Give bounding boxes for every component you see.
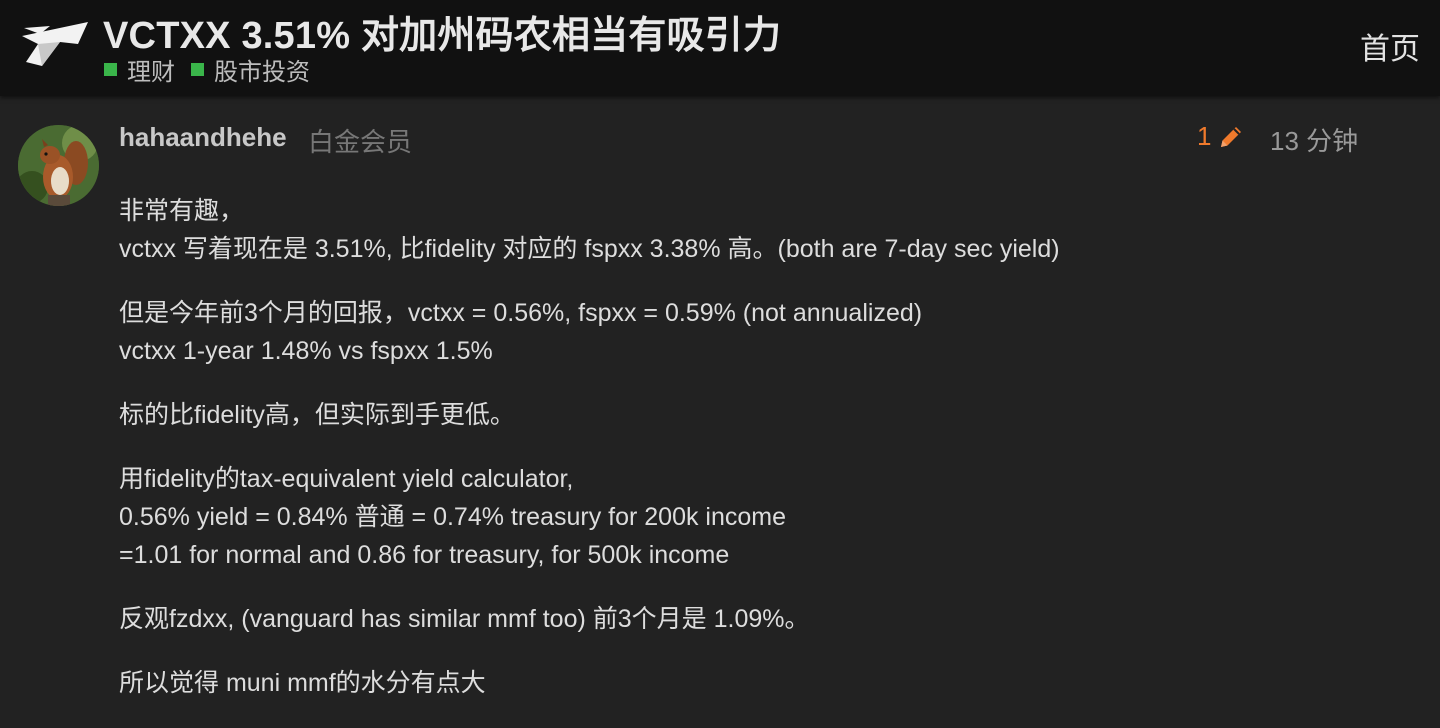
post-text-line: 但是今年前3个月的回报，vctxx = 0.56%, fspxx = 0.59%…: [119, 299, 923, 327]
post-paragraph: 非常有趣， vctxx 写着现在是 3.51%, 比fidelity 对应的 f…: [119, 192, 1359, 268]
category-label: 股市投资: [214, 59, 310, 86]
category-badge[interactable]: 理财: [104, 52, 175, 87]
post-paragraph: 所以觉得 muni mmf的水分有点大: [119, 664, 1359, 702]
post-text-line: vctxx 1-year 1.48% vs fspxx 1.5%: [119, 337, 493, 365]
post-paragraph: 用fidelity的tax-equivalent yield calculato…: [119, 460, 1359, 574]
pencil-icon: [1221, 126, 1242, 147]
category-color-swatch: [191, 63, 204, 76]
post-text-line: vctxx 写着现在是 3.51%, 比fidelity 对应的 fspxx 3…: [119, 235, 1060, 263]
post-paragraph: 标的比fidelity高，但实际到手更低。: [119, 396, 1359, 434]
category-badge[interactable]: 股市投资: [191, 52, 310, 87]
category-list: 理财 股市投资: [104, 52, 326, 87]
category-label: 理财: [127, 59, 175, 86]
post-date[interactable]: 13 分钟: [1270, 121, 1358, 158]
post-text-line: 用fidelity的tax-equivalent yield calculato…: [119, 465, 574, 493]
edit-count: 1: [1197, 121, 1212, 151]
post-text-line: 标的比fidelity高，但实际到手更低。: [119, 401, 515, 429]
post-text-line: 所以觉得 muni mmf的水分有点大: [119, 669, 486, 697]
edit-history-button[interactable]: 1: [1197, 121, 1245, 152]
post-username[interactable]: hahaandhehe: [119, 122, 287, 153]
avatar[interactable]: [18, 125, 99, 206]
post-paragraph: 反观fzdxx, (vanguard has similar mmf too) …: [119, 600, 1359, 638]
category-color-swatch: [104, 63, 117, 76]
squirrel-avatar-image: [18, 125, 99, 206]
post-text-line: =1.01 for normal and 0.86 for treasury, …: [119, 541, 730, 569]
post-content: 非常有趣， vctxx 写着现在是 3.51%, 比fidelity 对应的 f…: [119, 192, 1359, 728]
post-text-line: 0.56% yield = 0.84% 普通 = 0.74% treasury …: [119, 503, 787, 531]
site-header: VCTXX 3.51% 对加州码农相当有吸引力 理财 股市投资 首页: [0, 0, 1440, 96]
post-text-line: 非常有趣，: [119, 197, 245, 225]
home-link[interactable]: 首页: [1360, 24, 1420, 68]
post-text-line: 反观fzdxx, (vanguard has similar mmf too) …: [119, 605, 810, 633]
user-title: 白金会员: [308, 127, 413, 157]
post-paragraph: 但是今年前3个月的回报，vctxx = 0.56%, fspxx = 0.59%…: [119, 294, 1359, 370]
topic-title[interactable]: VCTXX 3.51% 对加州码农相当有吸引力: [103, 4, 781, 59]
paper-plane-logo-icon[interactable]: [20, 18, 92, 70]
